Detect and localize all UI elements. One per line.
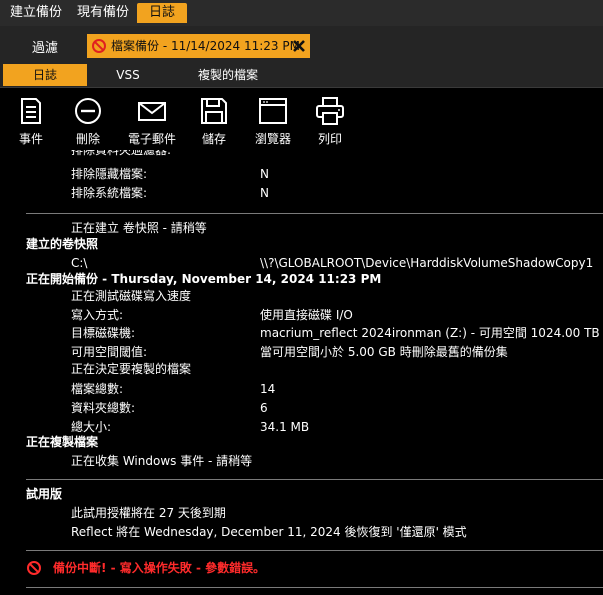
target-drive-label: 目標磁碟機: (71, 326, 136, 340)
top-tab-bar: 建立備份 現有備份 日誌 (0, 0, 603, 26)
email-label: 電子郵件 (127, 132, 176, 146)
save-label: 儲存 (201, 132, 226, 146)
minus-circle-icon (75, 98, 101, 124)
excl-hidden-label: 排除隱藏檔案: (71, 167, 148, 181)
excl-system-label: 排除系統檔案: (71, 186, 148, 200)
delete-button[interactable]: 刪除 (58, 96, 118, 147)
trial-restore-mode-text: Reflect 將在 Wednesday, December 11, 2024 … (71, 525, 467, 539)
tab-create-backup[interactable]: 建立備份 (4, 3, 68, 23)
separator (26, 587, 603, 588)
log-entry-title: 檔案備份 - 11/14/2024 11:23 PM (111, 39, 300, 53)
target-drive-value: macrium_reflect 2024ironman (Z:) - 可用空間 … (260, 326, 600, 340)
floppy-disk-icon (201, 98, 227, 124)
error-icon (27, 561, 41, 575)
excl-folder-filter-label: 排除資料夾過濾器: (71, 150, 172, 157)
close-icon[interactable] (291, 38, 307, 54)
threshold-value: 當可用空間小於 5.00 GB 時刪除最舊的備份集 (260, 345, 508, 359)
separator (26, 213, 603, 214)
events-button[interactable]: 事件 (1, 96, 61, 147)
subtab-copied-files[interactable]: 複製的檔案 (180, 64, 276, 86)
events-label: 事件 (18, 132, 43, 146)
snapshot-header: 建立的卷快照 (26, 237, 99, 251)
toolbar: 事件 刪除 電子郵件 儲存 瀏覽器 列印 (0, 88, 603, 150)
tab-existing-backups[interactable]: 現有備份 (71, 3, 135, 23)
write-mode-value: 使用直接磁碟 I/O (260, 308, 353, 322)
total-folders-value: 6 (260, 401, 268, 415)
error-icon (92, 39, 106, 53)
creating-snapshot-text: 正在建立 卷快照 - 請稍等 (71, 221, 207, 235)
threshold-label: 可用空間閾值: (71, 345, 148, 359)
excl-hidden-value: N (260, 167, 269, 181)
event-log-icon (21, 98, 41, 124)
excl-system-value: N (260, 186, 269, 200)
trial-header: 試用版 (26, 487, 63, 501)
total-files-value: 14 (260, 382, 276, 396)
printer-icon (316, 97, 344, 125)
snapshot-drive: C:\ (71, 256, 88, 270)
separator (26, 550, 603, 551)
subtab-log[interactable]: 日誌 (3, 64, 87, 86)
print-button[interactable]: 列印 (300, 96, 360, 147)
browser-button[interactable]: 瀏覽器 (243, 96, 303, 147)
write-mode-label: 寫入方式: (71, 308, 124, 322)
collecting-events-text: 正在收集 Windows 事件 - 請稍等 (71, 454, 253, 468)
envelope-icon (138, 102, 166, 121)
delete-label: 刪除 (75, 132, 100, 146)
copying-header: 正在複製檔案 (26, 435, 99, 449)
log-view-tabs: 日誌 VSS 複製的檔案 (0, 61, 603, 88)
total-size-label: 總大小: (71, 420, 112, 434)
total-size-value: 34.1 MB (260, 420, 310, 434)
total-folders-label: 資料夾總數: (71, 401, 136, 415)
snapshot-path: \\?\GLOBALROOT\Device\HarddiskVolumeShad… (260, 256, 594, 270)
print-label: 列印 (317, 132, 342, 146)
email-button[interactable]: 電子郵件 (122, 96, 182, 147)
tab-log[interactable]: 日誌 (137, 3, 187, 23)
deciding-files-text: 正在決定要複製的檔案 (71, 362, 192, 376)
browser-label: 瀏覽器 (254, 132, 291, 146)
save-button[interactable]: 儲存 (184, 96, 244, 147)
filter-tab[interactable]: 過濾 (32, 37, 58, 56)
browser-window-icon (259, 98, 287, 124)
total-files-label: 檔案總數: (71, 382, 124, 396)
log-content[interactable]: 排除資料夾過濾器: 排除隱藏檔案: N 排除系統檔案: N 正在建立 卷快照 -… (0, 150, 603, 595)
separator (26, 479, 603, 480)
testing-speed-text: 正在測試磁碟寫入速度 (71, 289, 192, 303)
start-backup-header: 正在開始備份 - Thursday, November 14, 2024 11:… (26, 272, 382, 286)
trial-expiry-text: 此試用授權將在 27 天後到期 (71, 506, 226, 520)
log-filter-bar: 過濾 檔案備份 - 11/14/2024 11:23 PM (0, 26, 603, 61)
log-entry-tab[interactable]: 檔案備份 - 11/14/2024 11:23 PM (87, 34, 310, 58)
subtab-vss[interactable]: VSS (98, 64, 158, 86)
error-message: 備份中斷! - 寫入操作失敗 - 參數錯誤。 (53, 561, 266, 575)
